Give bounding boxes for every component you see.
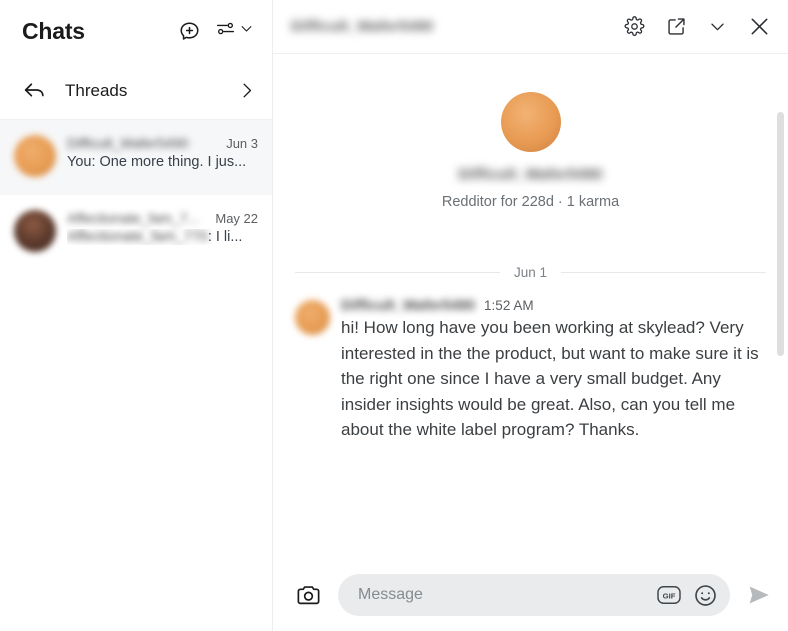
send-arrow-icon[interactable] (744, 580, 774, 610)
back-arrow-icon[interactable] (22, 78, 47, 103)
chevron-right-icon[interactable] (237, 81, 256, 100)
gif-icon[interactable]: GIF (656, 584, 682, 606)
divider-line-left (295, 272, 500, 273)
divider-line-right (561, 272, 766, 273)
composer-actions: GIF (656, 583, 718, 608)
chat-item-top-row: Difficult_Wafer5490 Jun 3 (67, 135, 258, 151)
message-composer: GIF (273, 565, 788, 631)
profile-username: Difficult_Wafer5490 (458, 166, 603, 183)
chat-preview-prefix: You: (67, 154, 100, 170)
message-timestamp: 1:52 AM (484, 298, 534, 313)
date-divider-label: Jun 1 (513, 265, 548, 280)
profile-meta: Redditor for 228d · 1 karma (441, 194, 620, 210)
chevron-down-icon (239, 21, 254, 41)
threads-row[interactable]: Threads (0, 62, 272, 120)
date-divider: Jun 1 (295, 265, 766, 280)
chat-item-date: May 22 (215, 211, 258, 226)
search-input message-input[interactable] (358, 586, 656, 604)
sidebar-header-actions (178, 18, 254, 44)
list-item[interactable]: Difficult_Wafer5490 Jun 3 You: One more … (0, 120, 272, 195)
avatar (14, 135, 56, 177)
chat-item-username: Affectionate_fam_7... (67, 210, 200, 226)
chats-title: Chats (22, 17, 85, 44)
reddit-chat-window: Chats Threads Difficult_Wafer5490 Jun 3 … (0, 0, 788, 631)
chat-item-date: Jun 3 (226, 136, 258, 151)
message-row: Difficult_Wafer5490 1:52 AM hi! How long… (273, 298, 788, 443)
new-chat-plus-icon[interactable] (178, 20, 201, 43)
chat-list: Difficult_Wafer5490 Jun 3 You: One more … (0, 120, 272, 631)
chat-sidebar: Chats Threads Difficult_Wafer5490 Jun 3 … (0, 0, 273, 631)
camera-icon[interactable] (295, 582, 322, 609)
scrollbar-thumb[interactable] (777, 112, 784, 356)
gear-icon[interactable] (624, 16, 645, 37)
message-body: Difficult_Wafer5490 1:52 AM hi! How long… (341, 298, 766, 443)
profile-header: Difficult_Wafer5490 Redditor for 228d · … (273, 92, 788, 210)
message-author: Difficult_Wafer5490 (341, 298, 476, 314)
external-link-icon[interactable] (666, 16, 687, 37)
page-title: Difficult_Wafer5490 (291, 18, 434, 35)
conversation-scroll-area[interactable]: Difficult_Wafer5490 Redditor for 228d · … (273, 54, 788, 565)
chat-preview-author: Affectionate_fam_770 (67, 229, 208, 245)
message-text: hi! How long have you been working at sk… (341, 318, 759, 439)
scrollbar[interactable] (777, 112, 784, 430)
message-input-container[interactable]: GIF (338, 574, 730, 616)
filter-sort-control[interactable] (215, 18, 254, 44)
avatar[interactable] (295, 300, 330, 335)
chat-item-text: Affectionate_fam_7... May 22 Affectionat… (67, 208, 258, 245)
chat-header-actions (624, 15, 771, 38)
message-meta: Difficult_Wafer5490 1:52 AM (341, 298, 766, 314)
chat-item-preview: Affectionate_fam_770: I li... (67, 229, 258, 245)
sidebar-header: Chats (0, 0, 272, 62)
chat-item-preview: You: One more thing. I jus... (67, 154, 258, 170)
threads-label: Threads (65, 80, 128, 100)
close-x-icon[interactable] (748, 15, 771, 38)
chat-item-top-row: Affectionate_fam_7... May 22 (67, 210, 258, 226)
chat-main-panel: Difficult_Wafer5490 Difficult_Wafer5490 … (273, 0, 788, 631)
chat-preview-text: One more thing. I jus... (99, 154, 247, 170)
chat-preview-text: : I li... (207, 229, 243, 245)
avatar[interactable] (500, 92, 561, 152)
chat-item-text: Difficult_Wafer5490 Jun 3 You: One more … (67, 133, 258, 170)
filter-sliders-icon (215, 18, 236, 44)
avatar (14, 210, 56, 252)
chat-item-username: Difficult_Wafer5490 (67, 135, 189, 151)
list-item[interactable]: Affectionate_fam_7... May 22 Affectionat… (0, 195, 272, 270)
chevron-down-icon[interactable] (708, 17, 727, 36)
svg-text:GIF: GIF (663, 591, 676, 600)
chat-header: Difficult_Wafer5490 (273, 0, 788, 54)
emoji-smiley-icon[interactable] (693, 583, 718, 608)
